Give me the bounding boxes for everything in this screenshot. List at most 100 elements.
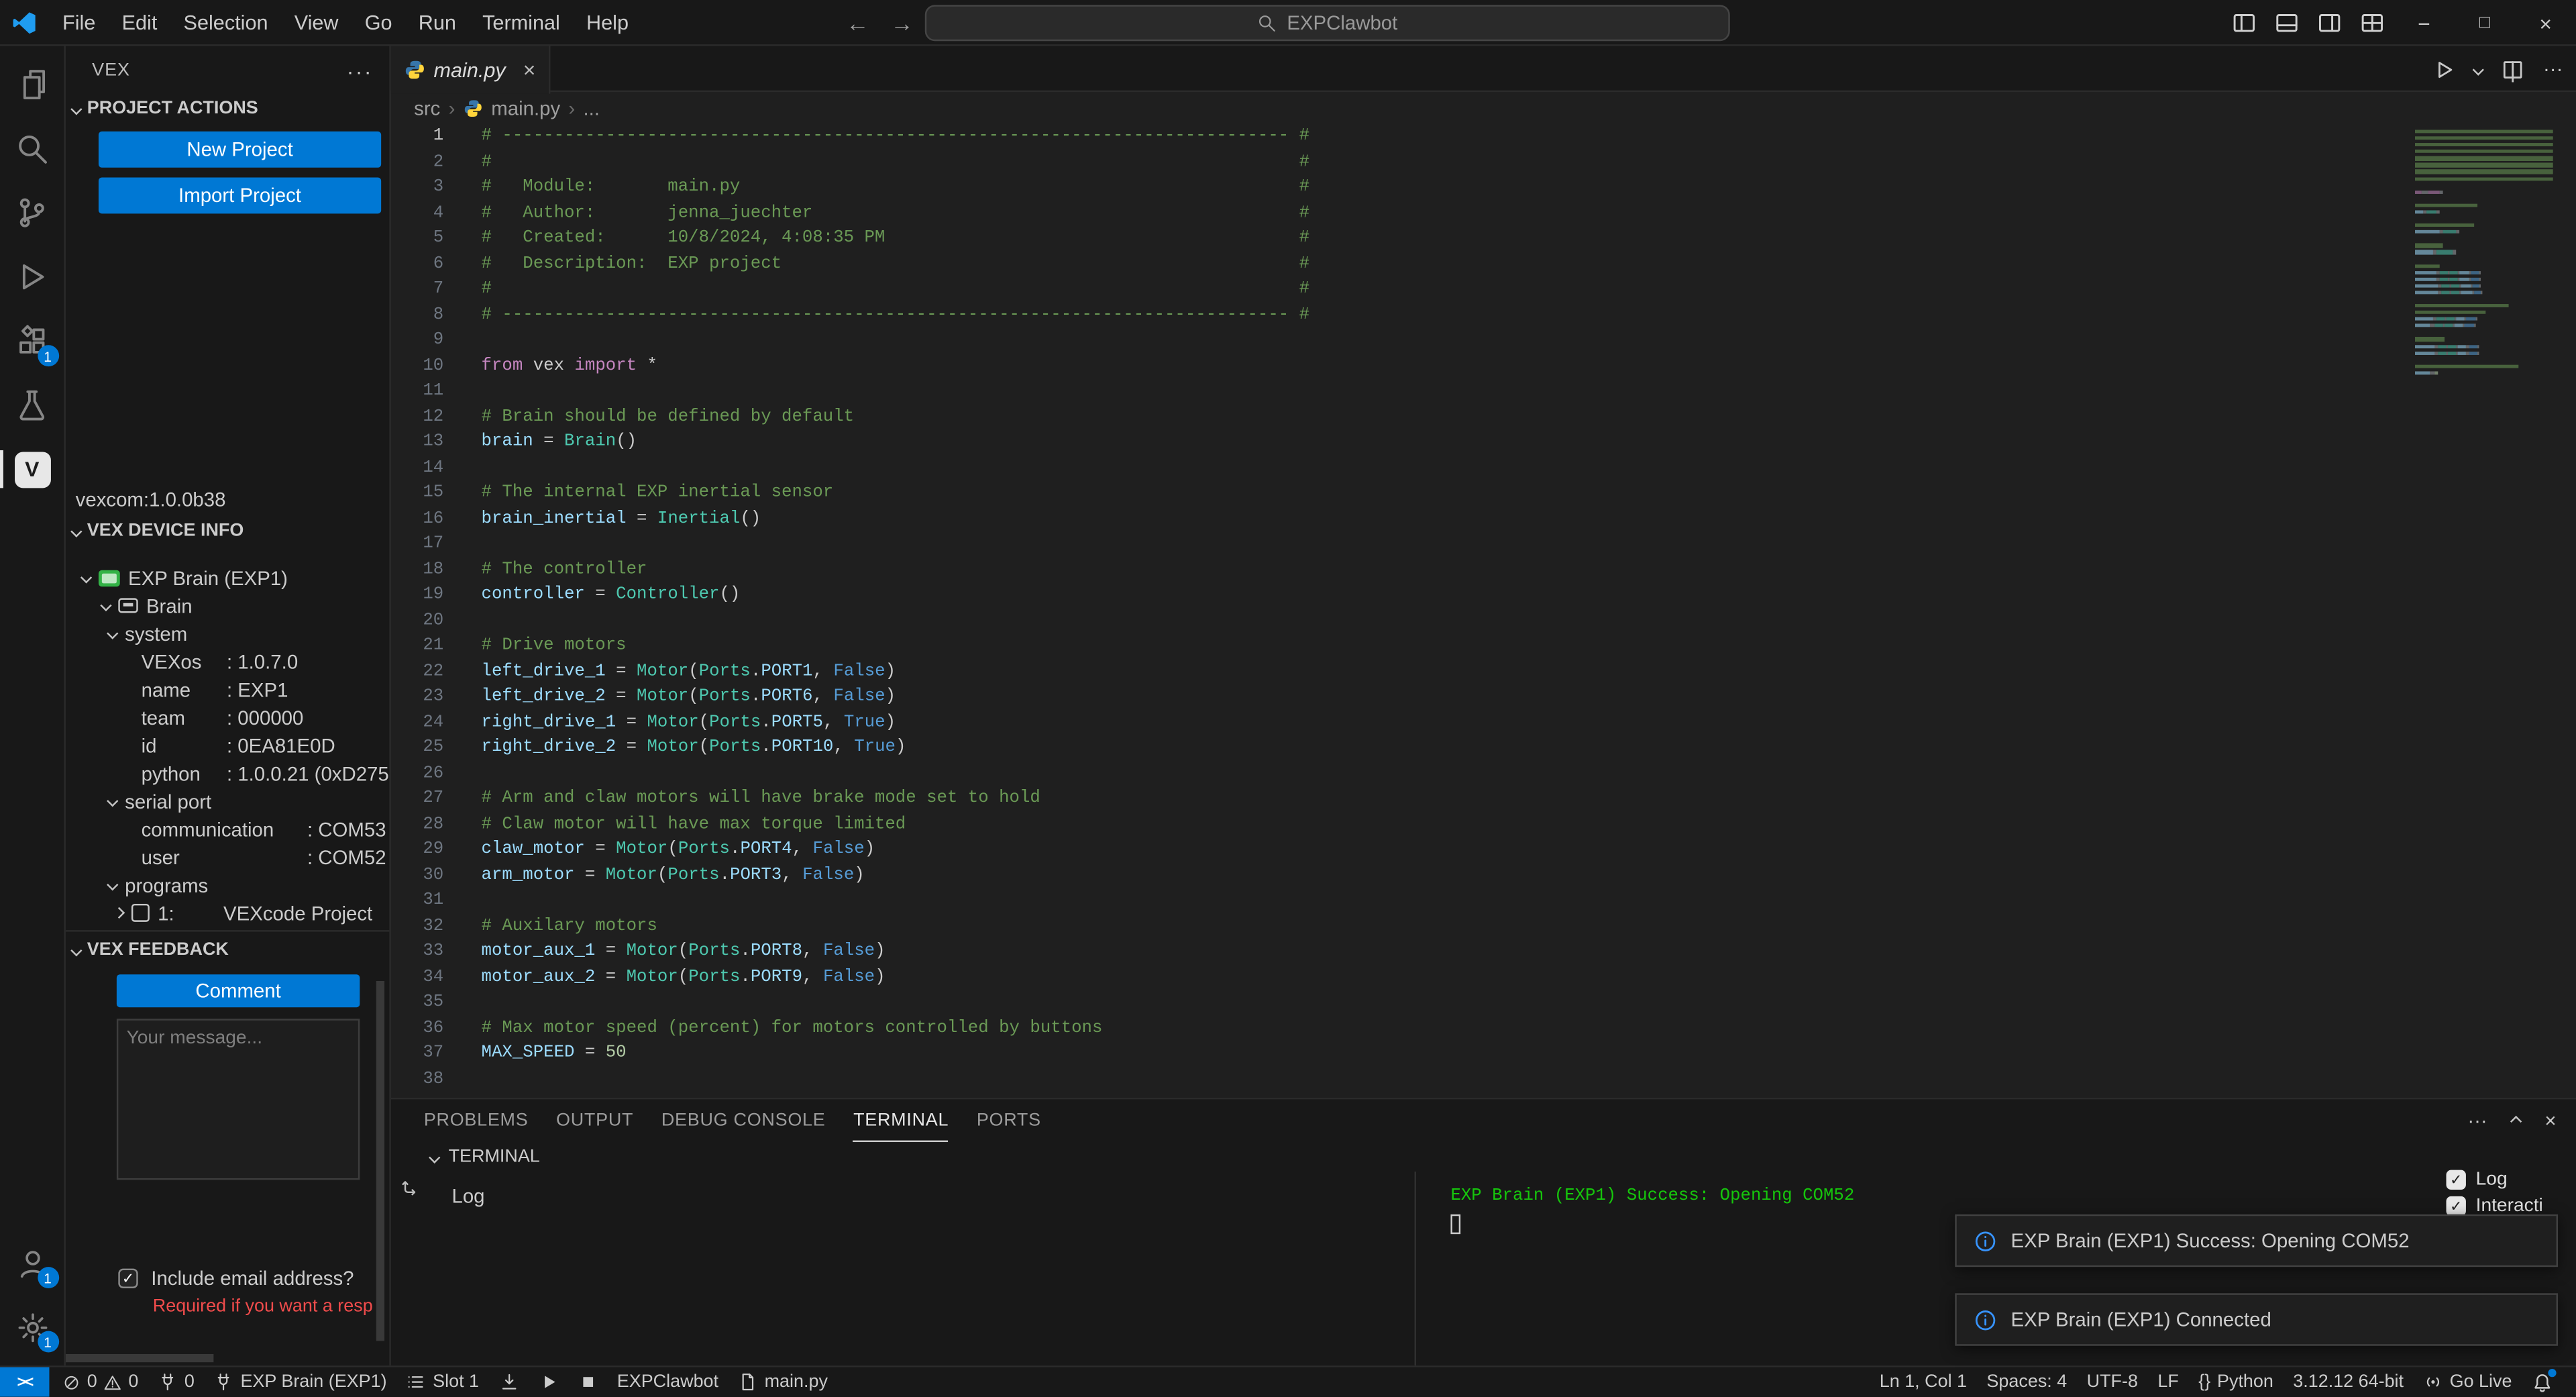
tree-name[interactable]: name: EXP1: [66, 676, 389, 704]
menu-terminal[interactable]: Terminal: [470, 0, 574, 44]
tree-exp-brain-exp1[interactable]: EXP Brain (EXP1): [66, 564, 389, 592]
status-vex-stop[interactable]: [568, 1367, 607, 1397]
tree-id[interactable]: id: 0EA81E0D: [66, 731, 389, 760]
forward-icon[interactable]: →: [890, 10, 913, 36]
breadcrumb-item-main-py[interactable]: main.py: [491, 97, 560, 119]
split-editor-icon[interactable]: [2500, 56, 2525, 81]
tree-python[interactable]: python: 1.0.0.21 (0xD275...: [66, 759, 389, 787]
activity-explorer[interactable]: [0, 52, 65, 117]
sidebar-hscrollbar[interactable]: [66, 1354, 213, 1362]
feedback-message-input[interactable]: [117, 1019, 360, 1180]
layout-panel-icon[interactable]: [2265, 0, 2308, 46]
sidebar-scrollbar[interactable]: [376, 981, 384, 1341]
close-tab-icon[interactable]: ×: [523, 58, 536, 83]
chevron-up-icon[interactable]: [2510, 1115, 2522, 1127]
code-token: Ports: [699, 662, 751, 681]
layout-grid-icon[interactable]: [2351, 0, 2394, 46]
checkbox-log[interactable]: ✓: [2447, 1170, 2466, 1190]
minimap-seg: [2467, 317, 2475, 321]
run-outline-icon[interactable]: [2431, 56, 2456, 81]
notification-toast[interactable]: EXP Brain (EXP1) Success: Opening COM52: [1955, 1214, 2558, 1267]
section-feedback[interactable]: VEX FEEDBACK: [66, 937, 389, 963]
status-vex-download[interactable]: [489, 1367, 529, 1397]
status-eol[interactable]: LF: [2148, 1367, 2189, 1397]
activity-testing[interactable]: [0, 373, 65, 437]
breadcrumb-item-src[interactable]: src: [414, 97, 440, 119]
menu-selection[interactable]: Selection: [170, 0, 281, 44]
breadcrumb-item-[interactable]: ...: [583, 97, 600, 119]
close-panel-icon[interactable]: ×: [2544, 1109, 2556, 1132]
email-checkbox[interactable]: ✓: [118, 1269, 138, 1288]
activity-accounts[interactable]: 1: [0, 1231, 65, 1295]
tree-vexos[interactable]: VEXos: 1.0.7.0: [66, 648, 389, 676]
tree-system[interactable]: system: [66, 619, 389, 648]
code-editor[interactable]: 1234567891011121314151617181920212223242…: [391, 125, 2576, 1098]
checkbox-interacti[interactable]: ✓: [2447, 1196, 2466, 1216]
tab-main-py[interactable]: main.py ×: [391, 46, 551, 94]
layout-sidebar-right-icon[interactable]: [2308, 0, 2351, 46]
tree-user[interactable]: user: COM52: [66, 843, 389, 871]
tree-communication[interactable]: communication: COM53: [66, 815, 389, 843]
new-project-button[interactable]: New Project: [99, 132, 381, 168]
menu-edit[interactable]: Edit: [109, 0, 170, 44]
layout-sidebar-icon[interactable]: [2222, 0, 2265, 46]
section-project-actions[interactable]: PROJECT ACTIONS: [66, 95, 389, 121]
minimize-button[interactable]: −: [2394, 0, 2455, 46]
more-actions-icon[interactable]: ···: [2543, 58, 2563, 81]
status-vex-device[interactable]: EXP Brain (EXP1): [205, 1367, 397, 1397]
more-actions-icon[interactable]: ···: [347, 58, 373, 83]
terminal-control-interacti: ✓Interacti: [2447, 1196, 2543, 1216]
status-problems[interactable]: 00: [52, 1367, 148, 1397]
chevron-down-icon[interactable]: [2473, 63, 2484, 74]
menu-view[interactable]: View: [281, 0, 352, 44]
activity-search[interactable]: [0, 117, 65, 181]
status-vex-run[interactable]: [529, 1367, 568, 1397]
status-ports[interactable]: 0: [148, 1367, 205, 1397]
comment-button[interactable]: Comment: [117, 974, 360, 1007]
panel-tab-output[interactable]: OUTPUT: [556, 1099, 633, 1142]
panel-tab-debug-console[interactable]: DEBUG CONSOLE: [661, 1099, 826, 1142]
back-icon[interactable]: ←: [846, 10, 869, 36]
activity-run-debug[interactable]: [0, 245, 65, 309]
tree-1[interactable]: 1:VEXcode Project: [66, 899, 389, 927]
tree-serial-port[interactable]: serial port: [66, 787, 389, 815]
terminal-section-header[interactable]: TERMINAL: [391, 1142, 2576, 1172]
minimap-seg: [2479, 284, 2481, 287]
status-notifications-bell[interactable]: [2522, 1367, 2563, 1397]
code-token: (: [699, 738, 709, 758]
activity-extensions[interactable]: 1: [0, 309, 65, 373]
panel-tab-problems[interactable]: PROBLEMS: [424, 1099, 529, 1142]
minimap[interactable]: [2415, 130, 2557, 384]
activity-source-control[interactable]: [0, 180, 65, 245]
activity-settings[interactable]: 1: [0, 1295, 65, 1359]
remote-indicator[interactable]: ><: [0, 1367, 49, 1397]
status-project-name[interactable]: EXPClawbot: [607, 1367, 729, 1397]
activity-vex[interactable]: V: [0, 437, 65, 501]
command-center[interactable]: EXPClawbot: [925, 5, 1730, 41]
status-encoding[interactable]: UTF-8: [2077, 1367, 2148, 1397]
panel-tab-terminal[interactable]: TERMINAL: [853, 1099, 949, 1142]
maximize-button[interactable]: □: [2455, 0, 2516, 46]
notification-toast[interactable]: EXP Brain (EXP1) Connected: [1955, 1293, 2558, 1345]
section-device-info[interactable]: VEX DEVICE INFO: [66, 517, 389, 544]
status-indentation[interactable]: Spaces: 4: [1977, 1367, 2077, 1397]
status-cursor-position[interactable]: Ln 1, Col 1: [1870, 1367, 1977, 1397]
status-go-live[interactable]: Go Live: [2414, 1367, 2522, 1397]
code-token: (): [740, 509, 761, 528]
status-language[interactable]: {}Python: [2189, 1367, 2284, 1397]
menu-file[interactable]: File: [49, 0, 109, 44]
panel-tab-ports[interactable]: PORTS: [977, 1099, 1041, 1142]
menu-go[interactable]: Go: [352, 0, 405, 44]
fork-icon[interactable]: [399, 1178, 421, 1200]
tree-programs[interactable]: programs: [66, 871, 389, 899]
more-actions-icon[interactable]: ···: [2467, 1109, 2487, 1132]
status-vex-slot[interactable]: Slot 1: [396, 1367, 488, 1397]
menu-run[interactable]: Run: [405, 0, 469, 44]
close-button[interactable]: ×: [2515, 0, 2576, 46]
tree-team[interactable]: team: 000000: [66, 703, 389, 731]
import-project-button[interactable]: Import Project: [99, 177, 381, 213]
status-python-version[interactable]: 3.12.12 64-bit: [2284, 1367, 2414, 1397]
tree-brain[interactable]: Brain: [66, 592, 389, 620]
menu-help[interactable]: Help: [573, 0, 641, 44]
status-active-file[interactable]: main.py: [729, 1367, 838, 1397]
